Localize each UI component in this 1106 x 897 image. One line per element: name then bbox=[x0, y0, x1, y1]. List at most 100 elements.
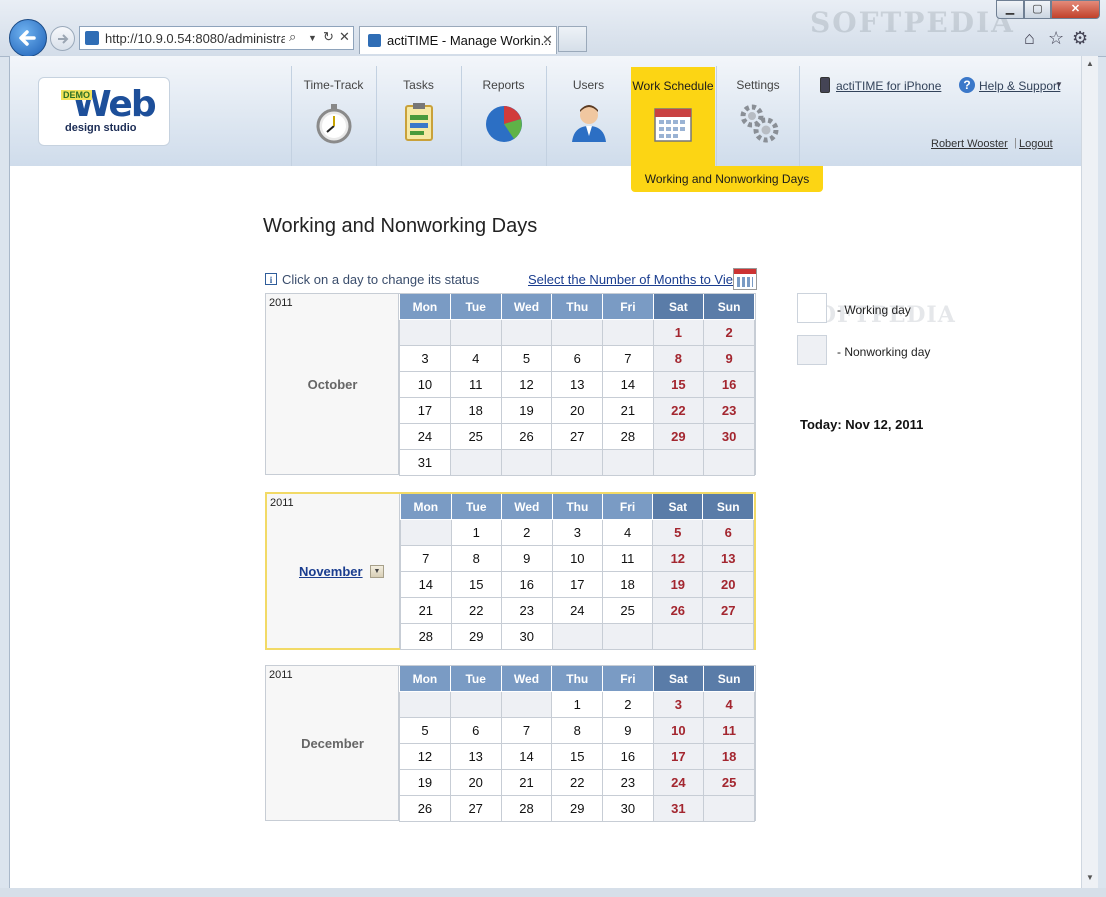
nonworking-day-cell[interactable]: 6 bbox=[702, 519, 754, 546]
minimize-button[interactable]: ▁ bbox=[996, 0, 1024, 19]
nonworking-day-cell[interactable]: 27 bbox=[702, 597, 754, 624]
nonworking-day-cell[interactable]: 24 bbox=[652, 769, 705, 796]
working-day-cell[interactable]: 22 bbox=[450, 597, 502, 624]
month-name[interactable]: November bbox=[299, 564, 363, 579]
working-day-cell[interactable]: 15 bbox=[551, 743, 604, 770]
working-day-cell[interactable]: 1 bbox=[450, 519, 502, 546]
company-logo[interactable]: Web DEMO design studio bbox=[38, 77, 170, 146]
working-day-cell[interactable]: 31 bbox=[399, 449, 451, 476]
working-day-cell[interactable]: 25 bbox=[449, 423, 502, 450]
search-icon[interactable]: ⌕ bbox=[289, 29, 296, 45]
working-day-cell[interactable]: 7 bbox=[500, 717, 553, 744]
nonworking-day-cell[interactable]: 31 bbox=[652, 795, 705, 822]
working-day-cell[interactable]: 1 bbox=[551, 691, 604, 718]
working-day-cell[interactable]: 25 bbox=[602, 597, 654, 624]
working-day-cell[interactable]: 14 bbox=[500, 743, 553, 770]
working-day-cell[interactable]: 23 bbox=[500, 597, 553, 624]
working-day-cell[interactable]: 16 bbox=[500, 571, 553, 598]
nonworking-day-cell[interactable]: 17 bbox=[652, 743, 705, 770]
working-day-cell[interactable]: 30 bbox=[602, 795, 654, 822]
working-day-cell[interactable]: 12 bbox=[399, 743, 451, 770]
working-day-cell[interactable]: 20 bbox=[551, 397, 604, 424]
select-months-link[interactable]: Select the Number of Months to View bbox=[528, 272, 742, 287]
working-day-cell[interactable]: 24 bbox=[551, 597, 604, 624]
nonworking-day-cell[interactable]: 3 bbox=[652, 691, 705, 718]
nonworking-day-cell[interactable]: 4 bbox=[703, 691, 755, 718]
nav-work-schedule[interactable]: Work Schedule bbox=[631, 67, 715, 166]
nav-tasks[interactable]: Tasks bbox=[376, 66, 460, 166]
vertical-scrollbar[interactable]: ▲ ▼ bbox=[1081, 56, 1098, 888]
calendar-settings-icon[interactable] bbox=[733, 268, 757, 290]
working-day-cell[interactable]: 18 bbox=[449, 397, 502, 424]
subnav-working-days[interactable]: Working and Nonworking Days bbox=[631, 166, 823, 192]
working-day-cell[interactable]: 16 bbox=[602, 743, 654, 770]
nav-users[interactable]: Users bbox=[546, 66, 630, 166]
nonworking-day-cell[interactable]: 19 bbox=[652, 571, 704, 598]
working-day-cell[interactable]: 28 bbox=[400, 623, 452, 650]
refresh-icon[interactable]: ↻ bbox=[323, 29, 334, 45]
working-day-cell[interactable]: 21 bbox=[602, 397, 654, 424]
working-day-cell[interactable]: 29 bbox=[450, 623, 502, 650]
favorites-star-icon[interactable]: ☆ bbox=[1048, 28, 1064, 49]
maximize-button[interactable]: ▢ bbox=[1024, 0, 1051, 19]
working-day-cell[interactable]: 8 bbox=[551, 717, 604, 744]
working-day-cell[interactable]: 20 bbox=[449, 769, 502, 796]
back-button[interactable] bbox=[9, 19, 47, 57]
working-day-cell[interactable]: 7 bbox=[602, 345, 654, 372]
working-day-cell[interactable]: 21 bbox=[400, 597, 452, 624]
nonworking-day-cell[interactable]: 12 bbox=[652, 545, 704, 572]
forward-button[interactable] bbox=[50, 26, 75, 51]
logout-link[interactable]: Logout bbox=[1019, 138, 1053, 150]
working-day-cell[interactable]: 14 bbox=[400, 571, 452, 598]
working-day-cell[interactable]: 3 bbox=[551, 519, 604, 546]
nonworking-day-cell[interactable]: 13 bbox=[702, 545, 754, 572]
new-tab-button[interactable] bbox=[558, 26, 587, 52]
working-day-cell[interactable]: 9 bbox=[500, 545, 553, 572]
working-day-cell[interactable]: 17 bbox=[399, 397, 451, 424]
working-day-cell[interactable]: 26 bbox=[500, 423, 553, 450]
working-day-cell[interactable]: 5 bbox=[399, 717, 451, 744]
working-day-cell[interactable]: 3 bbox=[399, 345, 451, 372]
working-day-cell[interactable]: 6 bbox=[551, 345, 604, 372]
close-window-button[interactable]: ✕ bbox=[1051, 0, 1100, 19]
working-day-cell[interactable]: 6 bbox=[449, 717, 502, 744]
working-day-cell[interactable]: 8 bbox=[450, 545, 502, 572]
scroll-down-icon[interactable]: ▼ bbox=[1086, 873, 1094, 882]
working-day-cell[interactable]: 2 bbox=[602, 691, 654, 718]
working-day-cell[interactable]: 12 bbox=[500, 371, 553, 398]
nav-settings[interactable]: Settings bbox=[716, 66, 800, 166]
nav-time-track[interactable]: Time-Track bbox=[291, 66, 375, 166]
nonworking-day-cell[interactable]: 9 bbox=[703, 345, 755, 372]
nonworking-day-cell[interactable]: 23 bbox=[703, 397, 755, 424]
working-day-cell[interactable]: 24 bbox=[399, 423, 451, 450]
working-day-cell[interactable]: 28 bbox=[602, 423, 654, 450]
dropdown-icon[interactable]: ▼ bbox=[308, 33, 317, 43]
working-day-cell[interactable]: 19 bbox=[399, 769, 451, 796]
working-day-cell[interactable]: 29 bbox=[551, 795, 604, 822]
nonworking-day-cell[interactable]: 20 bbox=[702, 571, 754, 598]
working-day-cell[interactable]: 23 bbox=[602, 769, 654, 796]
help-support-link[interactable]: Help & Support bbox=[979, 79, 1060, 93]
working-day-cell[interactable]: 13 bbox=[449, 743, 502, 770]
working-day-cell[interactable]: 27 bbox=[551, 423, 604, 450]
nonworking-day-cell[interactable]: 11 bbox=[703, 717, 755, 744]
working-day-cell[interactable]: 13 bbox=[551, 371, 604, 398]
user-name-link[interactable]: Robert Wooster bbox=[931, 138, 1008, 150]
nonworking-day-cell[interactable]: 26 bbox=[652, 597, 704, 624]
iphone-link[interactable]: actiTIME for iPhone bbox=[836, 79, 941, 93]
browser-tab[interactable]: actiTIME - Manage Workin... ✕ bbox=[359, 26, 557, 54]
address-text[interactable]: http://10.9.0.54:8080/administratic bbox=[105, 31, 285, 46]
working-day-cell[interactable]: 19 bbox=[500, 397, 553, 424]
tools-gear-icon[interactable]: ⚙ bbox=[1072, 28, 1088, 49]
nav-reports[interactable]: Reports bbox=[461, 66, 545, 166]
address-bar[interactable]: http://10.9.0.54:8080/administratic ⌕ ▼ … bbox=[79, 26, 354, 50]
nonworking-day-cell[interactable]: 22 bbox=[652, 397, 705, 424]
nonworking-day-cell[interactable]: 16 bbox=[703, 371, 755, 398]
nonworking-day-cell[interactable]: 8 bbox=[652, 345, 705, 372]
nonworking-day-cell[interactable]: 5 bbox=[652, 519, 704, 546]
nonworking-day-cell[interactable]: 15 bbox=[652, 371, 705, 398]
working-day-cell[interactable]: 7 bbox=[400, 545, 452, 572]
nonworking-day-cell[interactable]: 25 bbox=[703, 769, 755, 796]
working-day-cell[interactable]: 22 bbox=[551, 769, 604, 796]
working-day-cell[interactable]: 4 bbox=[602, 519, 654, 546]
